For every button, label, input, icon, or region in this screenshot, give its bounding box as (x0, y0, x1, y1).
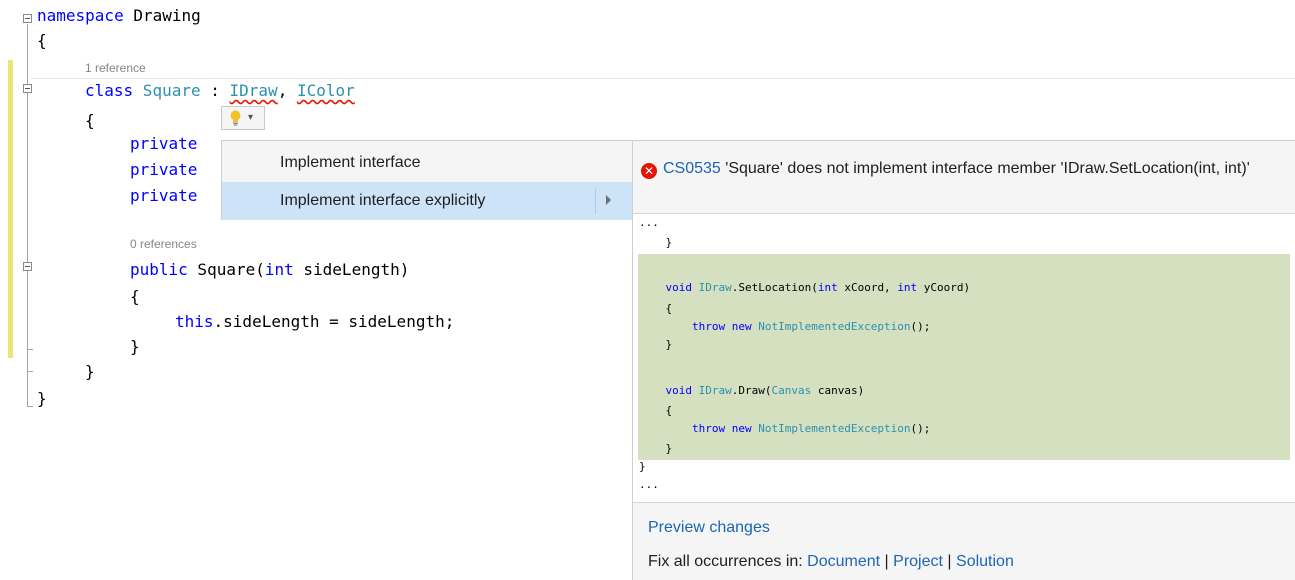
chevron-right-icon (606, 195, 611, 205)
code-line: { (85, 111, 95, 130)
keyword: private (130, 134, 198, 153)
interface-icolor[interactable]: IColor (297, 81, 355, 100)
keyword: private (130, 186, 198, 205)
outline-guide (27, 349, 33, 350)
menu-item-label: Implement interface explicitly (280, 192, 486, 209)
type-name: IDraw (698, 384, 732, 397)
code-line: this.sideLength = sideLength; (175, 312, 454, 332)
keyword: private (130, 160, 198, 179)
code-line: private (130, 134, 197, 154)
code-diff-preview: ... } void IDraw.SetLocation(int xCoord,… (633, 213, 1295, 503)
code-line: void IDraw.Draw(Canvas canvas) (639, 384, 864, 398)
code-line: } (639, 442, 673, 455)
keyword: int (264, 260, 294, 279)
namespace-name: Drawing (123, 6, 201, 25)
keyword: public (130, 260, 188, 279)
collapse-class-icon[interactable] (23, 84, 32, 93)
keyword: void (639, 281, 699, 294)
collapse-constructor-icon[interactable] (23, 262, 32, 271)
error-code-link[interactable]: CS0535 (663, 160, 721, 177)
code-line: } (639, 460, 646, 473)
parameter: sideLength) (293, 260, 410, 279)
type-name: NotImplementedException (758, 320, 911, 333)
interface-idraw[interactable]: IDraw (230, 81, 278, 100)
menu-item-implement-interface-explicitly[interactable]: Implement interface explicitly (222, 182, 632, 220)
code-line: private (130, 160, 197, 180)
keyword: class (85, 81, 134, 100)
code-line: public Square(int sideLength) (130, 260, 409, 280)
code-line: namespace Drawing (37, 6, 201, 26)
code-line: { (639, 404, 673, 417)
punctuation: : (200, 81, 230, 100)
code-line: } (130, 337, 140, 356)
statement: .sideLength = sideLength; (213, 312, 455, 331)
error-message: 'Square' does not implement interface me… (720, 160, 1250, 177)
punctuation: (); (910, 422, 931, 435)
parameter: yCoord) (917, 281, 971, 294)
keyword: int (897, 281, 918, 294)
code-line: { (639, 302, 673, 315)
code-line: { (37, 31, 47, 50)
code-line: } (85, 362, 95, 381)
fix-all-solution-link[interactable]: Solution (956, 553, 1014, 570)
chevron-down-icon: ▾ (248, 112, 254, 123)
type-name: Canvas (771, 384, 812, 397)
type-name: NotImplementedException (758, 422, 911, 435)
code-line: throw new NotImplementedException(); (639, 422, 930, 436)
punctuation: (); (910, 320, 931, 333)
separator: | (947, 553, 952, 570)
keyword: int (817, 281, 838, 294)
keyword: void (639, 384, 699, 397)
code-line: { (130, 287, 140, 306)
constructor-name: Square( (187, 260, 265, 279)
lightbulb-icon (230, 110, 241, 126)
code-line: } (37, 389, 47, 408)
keyword: throw new (639, 422, 759, 435)
menu-item-label: Implement interface (280, 154, 421, 171)
code-line: throw new NotImplementedException(); (639, 320, 930, 334)
punctuation: , (277, 81, 297, 100)
keyword: this (175, 312, 214, 331)
fix-all-project-link[interactable]: Project (893, 553, 943, 570)
class-name: Square (133, 81, 201, 100)
code-line: void IDraw.SetLocation(int xCoord, int y… (639, 281, 970, 295)
method-name: .Draw( (731, 384, 772, 397)
error-icon: ✕ (641, 163, 657, 179)
fix-all-label: Fix all occurrences in: (648, 553, 808, 570)
method-name: .SetLocation( (731, 281, 818, 294)
outline-guide (27, 371, 33, 372)
keyword: throw new (639, 320, 759, 333)
keyword: namespace (37, 6, 124, 25)
code-line: ... (639, 478, 659, 491)
type-name: IDraw (698, 281, 732, 294)
preview-changes-link[interactable]: Preview changes (648, 519, 770, 537)
separator: | (884, 553, 889, 570)
preview-pane: ✕ CS0535 'Square' does not implement inte… (632, 140, 1295, 580)
parameter: canvas) (811, 384, 865, 397)
lightbulb-button[interactable]: ▾ (221, 106, 265, 130)
collapse-namespace-icon[interactable] (23, 14, 32, 23)
fix-all-row: Fix all occurrences in: Document | Proje… (648, 553, 1014, 571)
code-line: ... (639, 216, 659, 229)
quick-actions-menu: Implement interface Implement interface … (221, 140, 633, 220)
code-line: } (639, 338, 673, 351)
codelens-separator (30, 78, 1295, 79)
code-line: class Square : IDraw, IColor (85, 81, 355, 101)
outline-guide (27, 406, 33, 407)
parameter: xCoord, (837, 281, 898, 294)
code-line: } (639, 236, 673, 249)
menu-item-implement-interface[interactable]: Implement interface (222, 144, 632, 182)
codelens-class-references[interactable]: 1 reference (85, 61, 146, 75)
codelens-constructor-references[interactable]: 0 references (130, 237, 197, 251)
submenu-arrow-button[interactable] (595, 188, 625, 214)
code-line: private (130, 186, 197, 206)
fix-all-document-link[interactable]: Document (807, 553, 880, 570)
error-header: ✕ CS0535 'Square' does not implement inte… (641, 157, 1281, 180)
change-indicator (8, 254, 13, 358)
